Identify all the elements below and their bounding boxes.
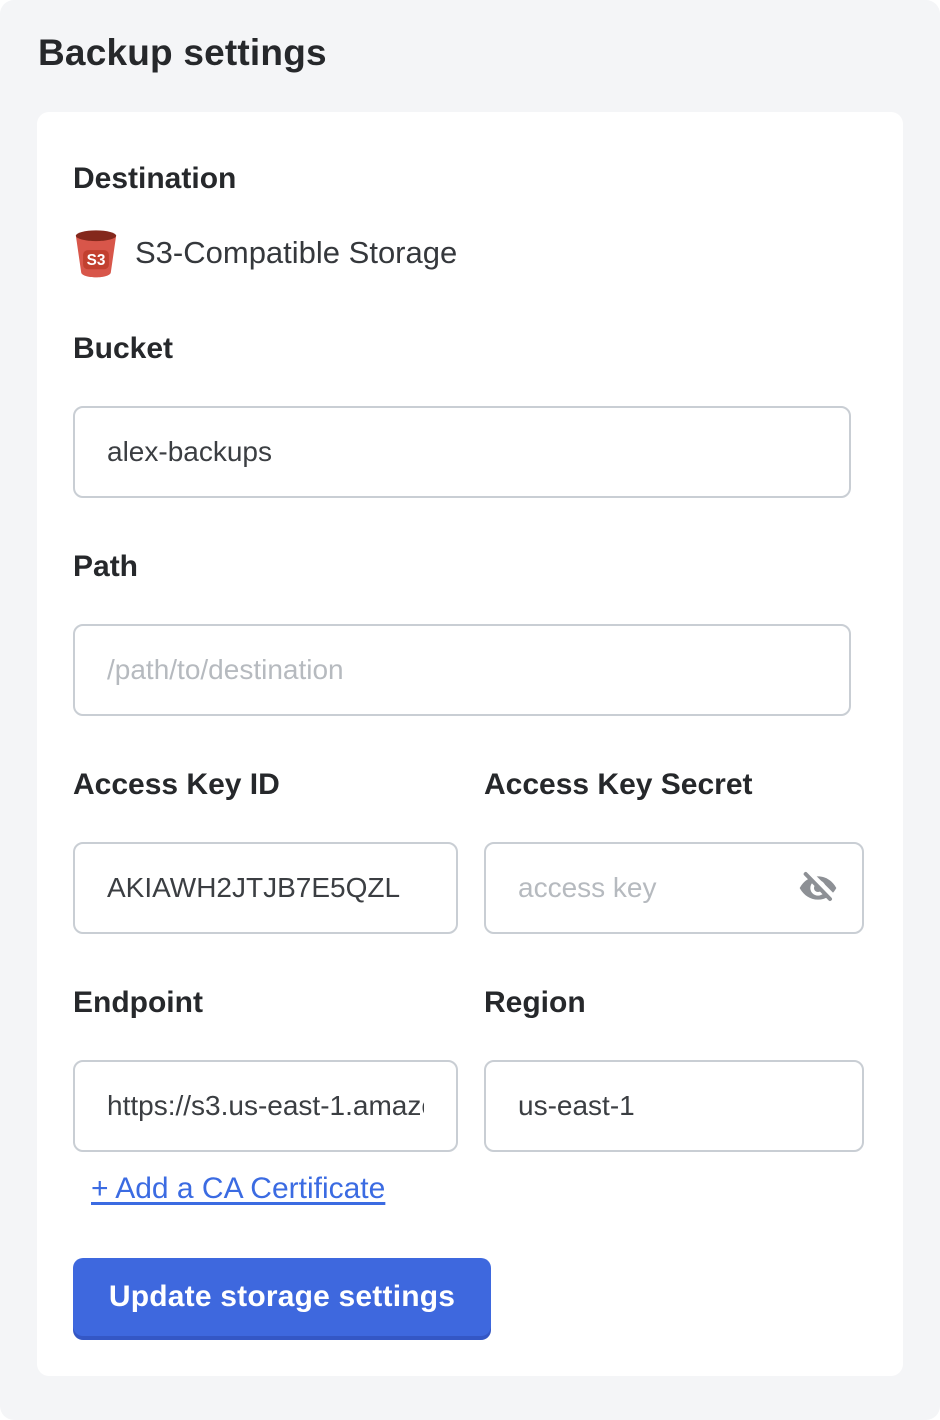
access-key-labels-row: Access Key ID Access Key Secret: [73, 768, 867, 802]
access-key-secret-label: Access Key Secret: [484, 768, 864, 802]
backup-settings-card: Destination S3 S3-Compatible Storage Buc…: [37, 112, 903, 1376]
destination-label: Destination: [73, 162, 867, 196]
add-ca-certificate-link[interactable]: + Add a CA Certificate: [91, 1172, 385, 1206]
endpoint-region-labels-row: Endpoint Region: [73, 986, 867, 1020]
access-key-id-input[interactable]: [73, 842, 458, 934]
bucket-label: Bucket: [73, 332, 867, 366]
update-storage-settings-button[interactable]: Update storage settings: [73, 1258, 491, 1336]
access-key-inputs-row: [73, 842, 867, 934]
access-key-id-label: Access Key ID: [73, 768, 458, 802]
backup-settings-panel: Backup settings Destination S3 S3-Compat…: [0, 0, 940, 1420]
endpoint-region-inputs-row: [73, 1060, 867, 1152]
region-label: Region: [484, 986, 864, 1020]
path-input[interactable]: [73, 624, 851, 716]
path-label: Path: [73, 550, 867, 584]
s3-bucket-icon: S3: [73, 228, 119, 278]
s3-icon-text: S3: [87, 252, 106, 269]
endpoint-input[interactable]: [73, 1060, 458, 1152]
region-input[interactable]: [484, 1060, 864, 1152]
bucket-input[interactable]: [73, 406, 851, 498]
endpoint-label: Endpoint: [73, 986, 458, 1020]
access-key-secret-field: [484, 842, 864, 934]
visibility-off-icon[interactable]: [798, 871, 838, 905]
destination-value-row: S3 S3-Compatible Storage: [73, 226, 867, 280]
destination-value: S3-Compatible Storage: [135, 235, 457, 271]
page-title: Backup settings: [38, 32, 940, 74]
